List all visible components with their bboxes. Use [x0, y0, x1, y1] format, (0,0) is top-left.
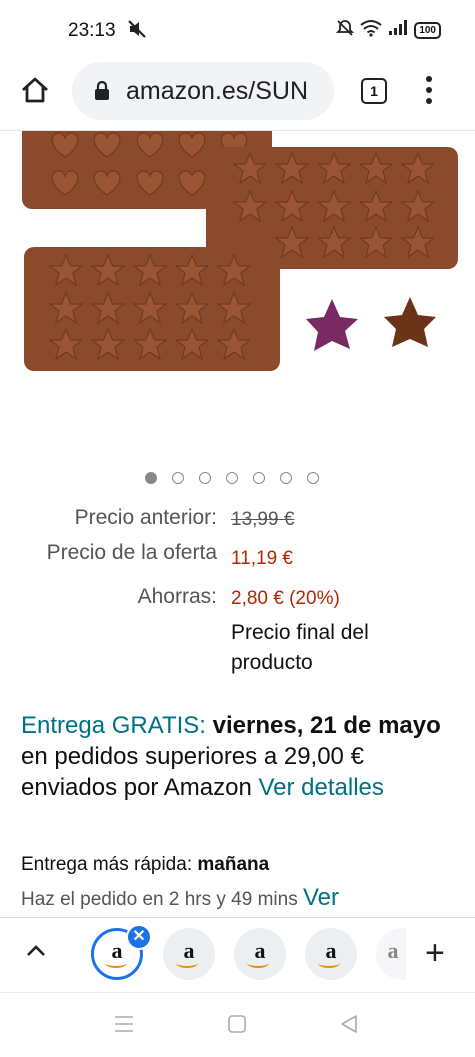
- see-details-link[interactable]: Ver detalles: [258, 774, 383, 801]
- wifi-icon: [360, 19, 382, 42]
- lock-icon: [94, 80, 110, 106]
- chocolate-molds-image: [22, 131, 458, 371]
- address-bar[interactable]: amazon.es/SUN: [72, 62, 334, 120]
- tab-switcher-button[interactable]: 1: [361, 78, 387, 104]
- recents-icon[interactable]: [114, 1015, 134, 1038]
- order-deadline-text: Haz el pedido en 2 hrs y 49 mins: [21, 889, 298, 910]
- pagination-dot[interactable]: [280, 472, 292, 484]
- home-nav-icon[interactable]: [228, 1015, 246, 1038]
- final-price-note: Precio final del producto: [231, 618, 369, 678]
- browser-toolbar: amazon.es/SUN 1: [0, 60, 475, 131]
- fastest-delivery-value: mañana: [197, 854, 270, 875]
- chevron-up-icon[interactable]: [26, 944, 46, 963]
- savings-label: Ahorras:: [137, 585, 217, 608]
- tab-strip: a ✕ a a a a +: [0, 917, 475, 992]
- close-tab-icon[interactable]: ✕: [126, 924, 152, 950]
- image-pagination: [0, 472, 475, 484]
- fastest-delivery-label: Entrega más rápida:: [21, 854, 193, 875]
- order-deadline: Haz el pedido en 2 hrs y 49 mins Ver: [21, 884, 339, 912]
- order-details-link[interactable]: Ver: [303, 884, 339, 911]
- pagination-dot[interactable]: [226, 472, 238, 484]
- pagination-dot[interactable]: [199, 472, 211, 484]
- mute-icon: [126, 18, 148, 45]
- status-bar: 23:13 100: [0, 0, 475, 60]
- battery-icon: 100: [414, 22, 441, 39]
- alarm-off-icon: [336, 19, 355, 42]
- pagination-dot[interactable]: [253, 472, 265, 484]
- tab-amazon[interactable]: a: [234, 928, 286, 980]
- system-nav-bar: [0, 992, 475, 1057]
- offer-price-label: Precio de la oferta: [46, 541, 217, 564]
- tab-amazon[interactable]: a: [376, 928, 406, 980]
- previous-price-value: 13,99 €: [231, 509, 295, 530]
- amazon-logo-icon: a: [387, 938, 399, 963]
- back-icon[interactable]: [340, 1014, 358, 1039]
- tab-amazon[interactable]: a: [305, 928, 357, 980]
- url-text: amazon.es/SUN: [126, 77, 309, 105]
- savings-value: 2,80 € (20%): [231, 588, 340, 609]
- delivery-info: Entrega GRATIS: viernes, 21 de mayo en p…: [21, 710, 451, 803]
- offer-price-value: 11,19 €: [231, 548, 293, 569]
- pagination-dot[interactable]: [145, 472, 157, 484]
- previous-price-label: Precio anterior:: [74, 506, 217, 529]
- new-tab-icon[interactable]: +: [425, 936, 445, 970]
- fastest-delivery: Entrega más rápida: mañana: [21, 854, 269, 876]
- home-icon[interactable]: [20, 75, 50, 110]
- pagination-dot[interactable]: [172, 472, 184, 484]
- final-price-note-line: Precio final del: [231, 621, 369, 644]
- more-menu-icon[interactable]: [424, 76, 434, 109]
- signal-icon: [388, 20, 408, 41]
- delivery-date: viernes, 21 de mayo: [212, 712, 441, 739]
- product-image[interactable]: [0, 131, 475, 461]
- free-delivery-label: Entrega GRATIS:: [21, 712, 206, 739]
- final-price-note-line: producto: [231, 651, 313, 674]
- status-time: 23:13: [68, 20, 116, 41]
- pagination-dot[interactable]: [307, 472, 319, 484]
- tab-amazon[interactable]: a: [163, 928, 215, 980]
